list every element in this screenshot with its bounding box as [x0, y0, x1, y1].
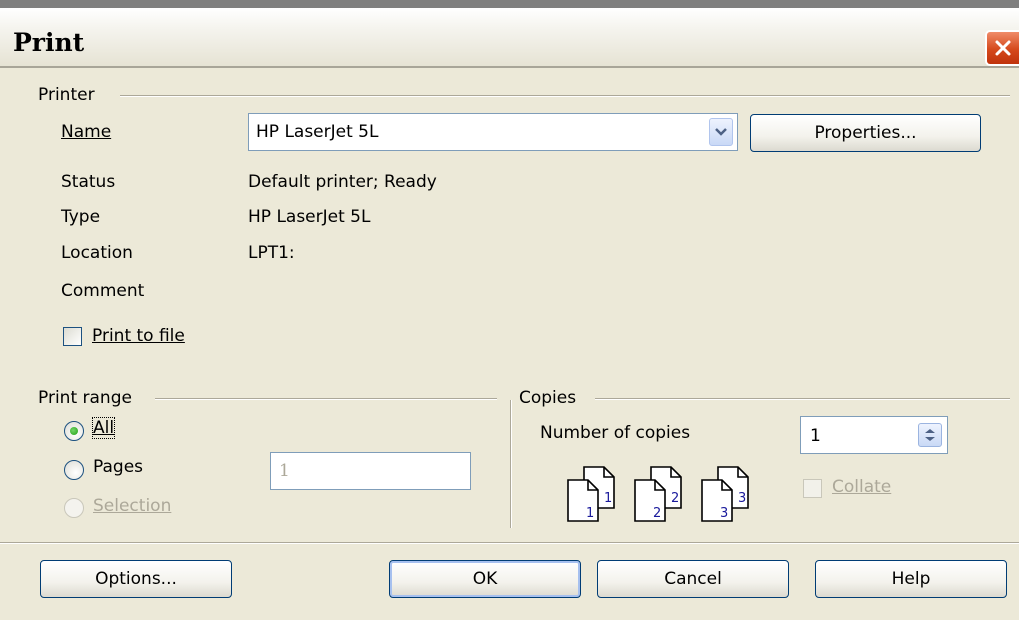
- location-label: Location: [61, 243, 133, 263]
- printer-group-line: [120, 95, 1010, 97]
- type-value: HP LaserJet 5L: [248, 207, 371, 227]
- page-number: 1: [604, 491, 612, 506]
- page-stack-icon-2: 2 2: [633, 466, 685, 527]
- page-stack-icon-3: 3 3: [700, 466, 752, 527]
- page-stack-icon-1: 1 1: [566, 466, 618, 527]
- radio-all[interactable]: [64, 421, 84, 441]
- cancel-button[interactable]: Cancel: [597, 560, 789, 598]
- type-label: Type: [61, 207, 101, 227]
- copies-group-line: [595, 398, 1010, 400]
- window-title: Print: [13, 28, 85, 57]
- ok-button[interactable]: OK: [389, 560, 581, 598]
- title-divider: [0, 66, 1019, 68]
- status-value: Default printer; Ready: [248, 172, 437, 192]
- printer-name-combo[interactable]: HP LaserJet 5L: [248, 113, 738, 151]
- name-label: Name: [61, 122, 112, 142]
- properties-button[interactable]: Properties...: [750, 114, 981, 152]
- print-dialog: Print Printer Name HP LaserJet 5L Proper…: [0, 0, 1019, 620]
- close-button[interactable]: [985, 30, 1019, 66]
- copies-spin-field[interactable]: 1: [800, 416, 948, 454]
- print-range-group-line: [155, 398, 497, 400]
- title-bar[interactable]: Print: [0, 0, 1019, 66]
- copies-group-label: Copies: [519, 388, 583, 408]
- page-number: 3: [720, 506, 728, 521]
- number-of-copies-label: Number of copies: [540, 423, 691, 443]
- page-number: 3: [738, 491, 746, 506]
- print-to-file-label[interactable]: Print to file: [92, 326, 185, 346]
- collate-label[interactable]: Collate: [832, 477, 891, 497]
- page-number: 1: [586, 506, 594, 521]
- radio-selection-label[interactable]: Selection: [93, 496, 171, 516]
- page-number: 2: [653, 506, 661, 521]
- printer-group-label: Printer: [38, 85, 101, 105]
- print-range-group-label: Print range: [38, 388, 138, 408]
- copies-value: 1: [810, 426, 821, 446]
- location-value: LPT1:: [248, 243, 295, 263]
- printer-dropdown-button[interactable]: [709, 118, 733, 146]
- help-button[interactable]: Help: [815, 560, 1007, 598]
- options-button[interactable]: Options...: [40, 560, 232, 598]
- copies-separator: [510, 400, 512, 528]
- copies-spin-buttons[interactable]: [918, 423, 942, 447]
- bottom-divider: [0, 542, 1019, 544]
- pages-input[interactable]: [270, 452, 471, 490]
- radio-selection[interactable]: [64, 498, 84, 518]
- radio-selected-dot: [70, 427, 78, 435]
- radio-all-label[interactable]: All: [91, 417, 116, 439]
- status-label: Status: [61, 172, 116, 192]
- radio-pages-label[interactable]: Pages: [93, 457, 143, 477]
- collate-checkbox[interactable]: [803, 479, 822, 498]
- radio-pages[interactable]: [64, 460, 84, 480]
- page-number: 2: [671, 491, 679, 506]
- comment-label: Comment: [61, 281, 145, 301]
- printer-name-value: HP LaserJet 5L: [256, 122, 379, 142]
- pages-input-field[interactable]: [279, 461, 459, 481]
- print-to-file-checkbox[interactable]: [63, 327, 82, 346]
